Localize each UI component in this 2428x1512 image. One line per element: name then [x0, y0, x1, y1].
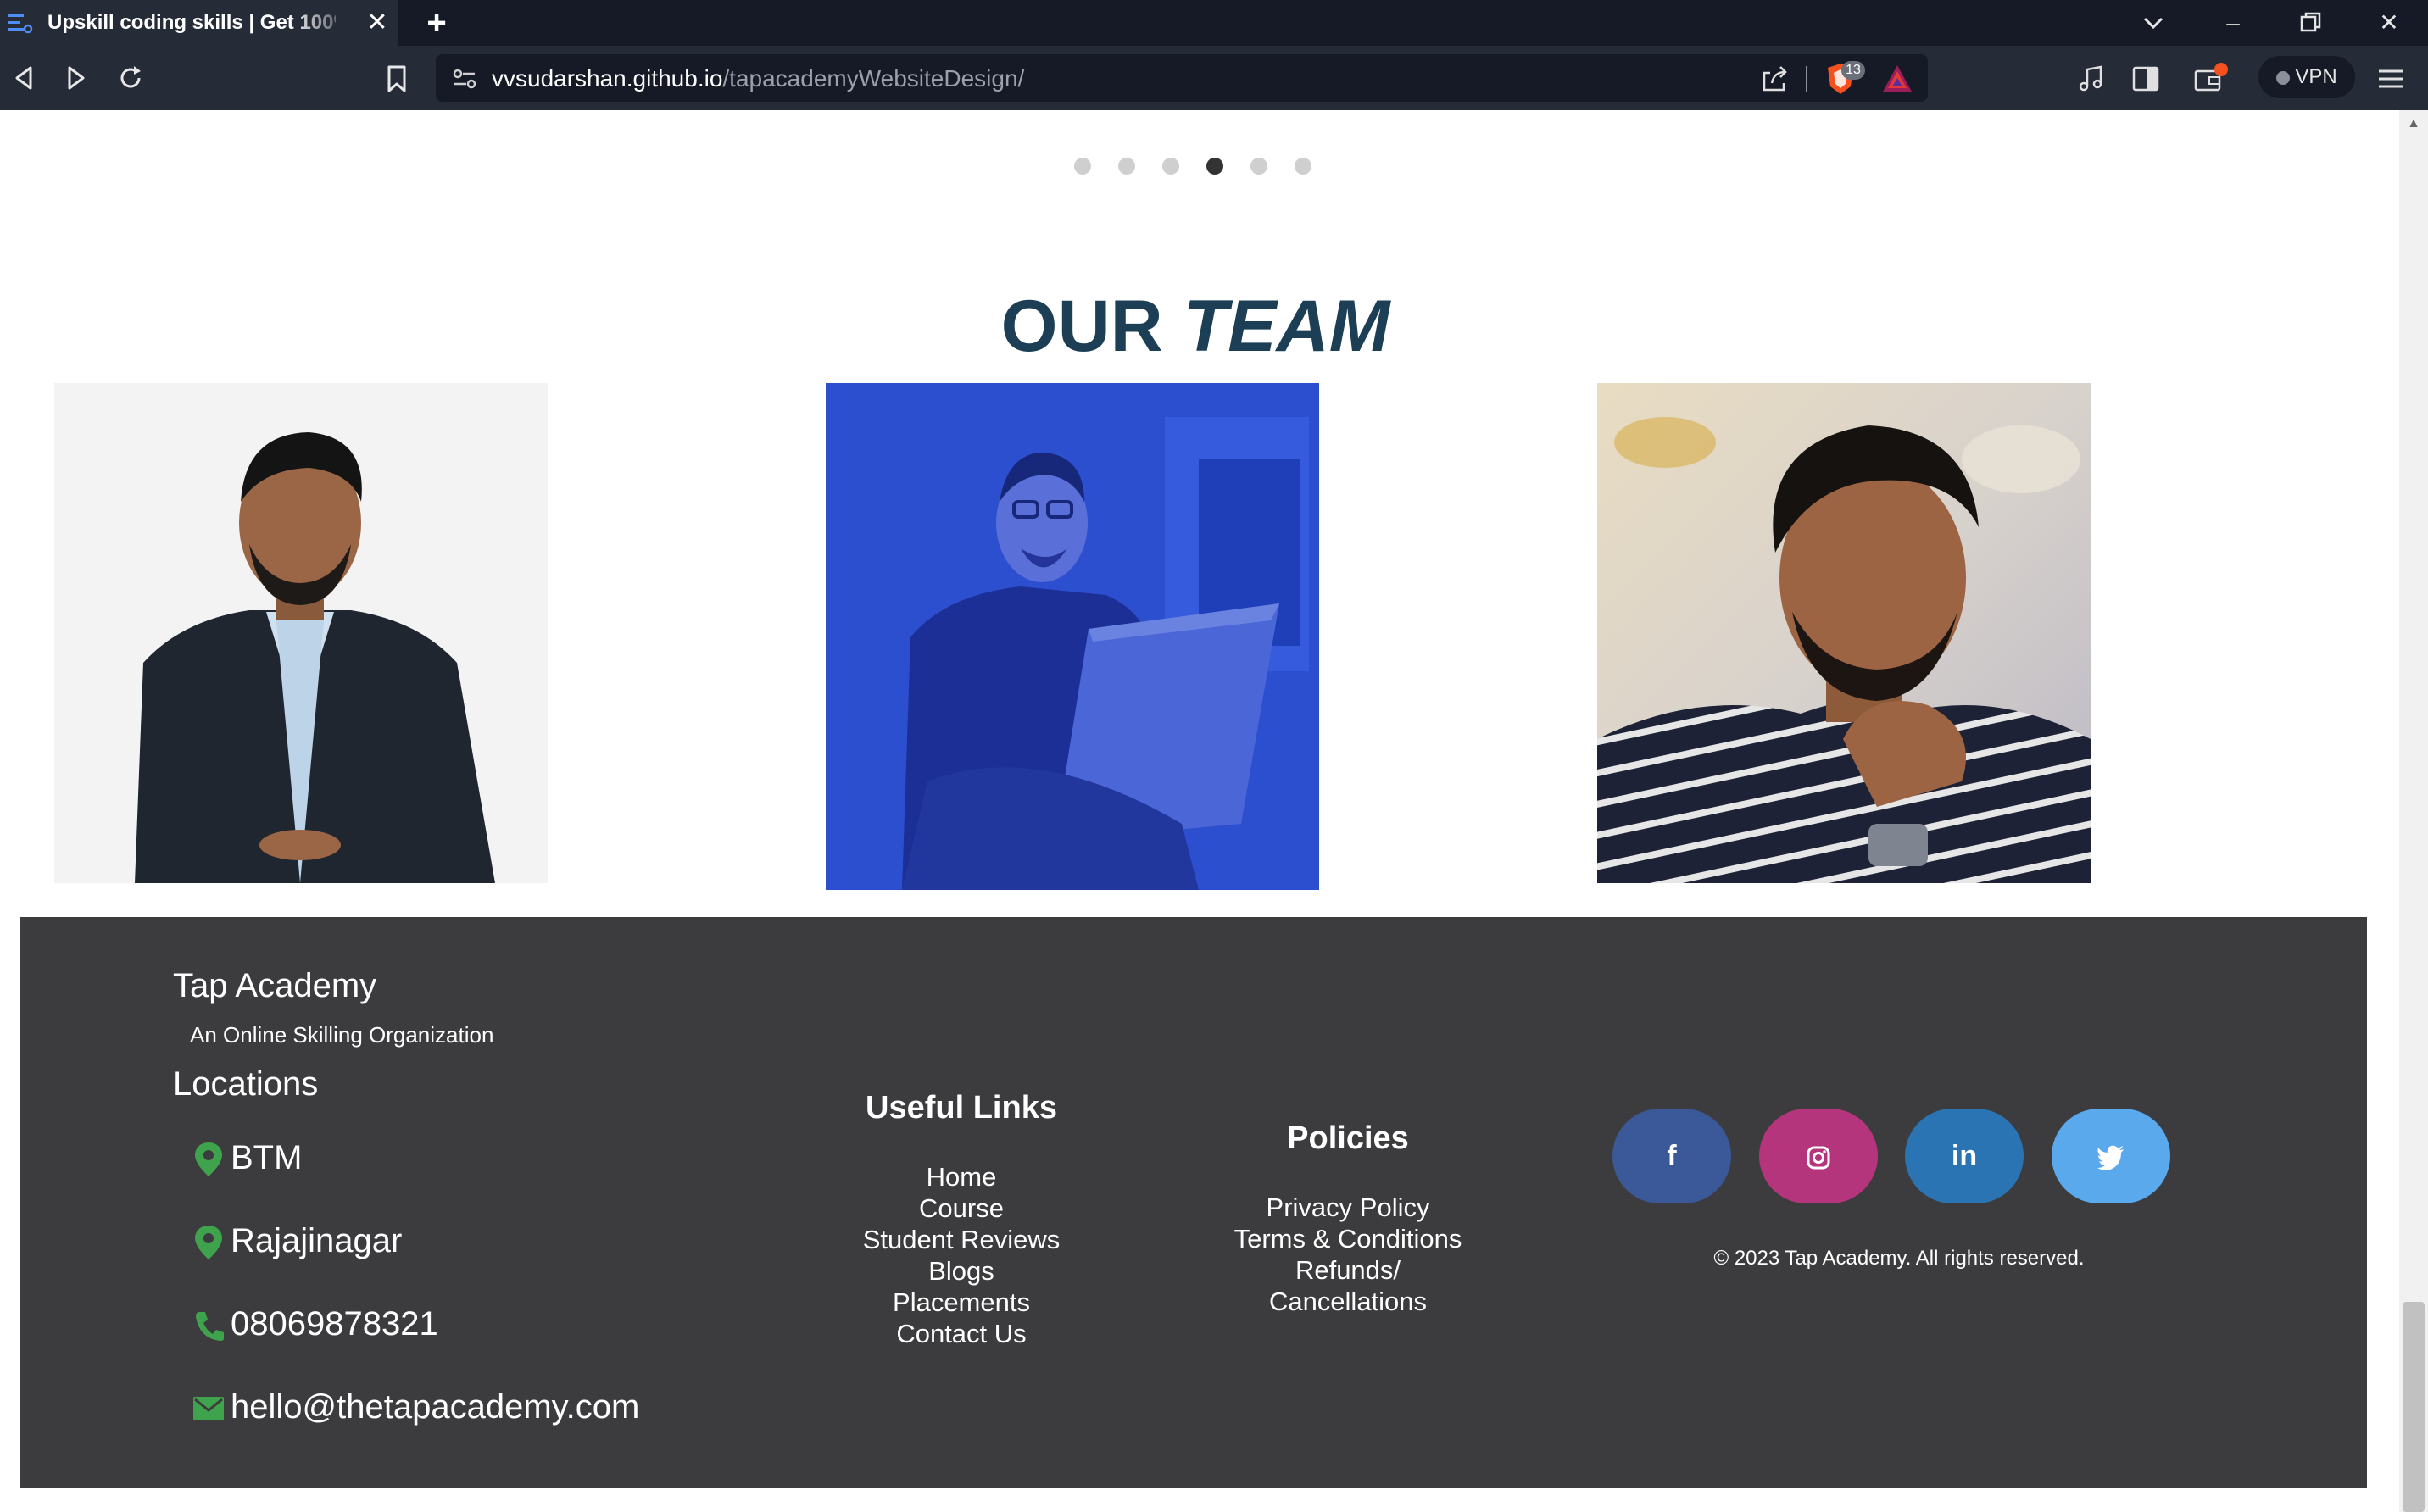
policies-list: Privacy Policy Terms & Conditions Refund… [1178, 1192, 1518, 1317]
tab-list-chevron-down-icon[interactable] [2136, 8, 2170, 37]
back-icon[interactable] [7, 61, 41, 95]
carousel-dot-active[interactable] [1206, 158, 1223, 175]
footer-tagline: An Online Skilling Organization [190, 1022, 494, 1048]
carousel-dot[interactable] [1295, 158, 1311, 175]
person-striped-shirt-image [1597, 383, 2091, 883]
footer-link-contact-us[interactable]: Contact Us [792, 1318, 1131, 1349]
useful-links-list: Home Course Student Reviews Blogs Placem… [792, 1161, 1131, 1349]
shield-count-badge: 13 [1841, 61, 1865, 80]
url-text[interactable]: vvsudarshan.github.io/tapacademyWebsiteD… [492, 64, 1024, 94]
tab-title-fade [288, 0, 356, 46]
team-title-team: TEAM [1183, 286, 1390, 367]
carousel-dot[interactable] [1162, 158, 1179, 175]
team-title-our: OUR [1000, 286, 1163, 367]
menu-icon[interactable] [2374, 63, 2408, 95]
phone-number[interactable]: 08069878321 [231, 1298, 438, 1349]
footer-link-home[interactable]: Home [792, 1161, 1131, 1192]
carousel-dot[interactable] [1074, 158, 1091, 175]
carousel-dot[interactable] [1118, 158, 1135, 175]
close-window-button[interactable]: ✕ [2364, 3, 2414, 42]
team-member-photo-3 [1597, 383, 2091, 883]
footer-link-course[interactable]: Course [792, 1192, 1131, 1224]
footer-link-placements[interactable]: Placements [792, 1287, 1131, 1318]
forward-icon[interactable] [59, 61, 93, 95]
person-with-laptop-image [826, 383, 1319, 890]
linkedin-icon: in [1951, 1140, 1978, 1172]
instagram-icon [1807, 1146, 1830, 1170]
tab-close-icon[interactable]: ✕ [363, 8, 392, 37]
team-member-photo-2 [826, 383, 1319, 890]
facebook-icon: f [1667, 1140, 1677, 1172]
team-section-title: OUR TEAM [0, 280, 2391, 373]
footer-brand: Tap Academy [173, 967, 377, 1004]
contact-email[interactable]: hello@thetapacademy.com [192, 1381, 666, 1432]
copyright-text: © 2023 Tap Academy. All rights reserved. [1713, 1247, 2085, 1270]
restore-button[interactable] [2297, 10, 2325, 36]
brave-rewards-icon[interactable] [1880, 63, 1914, 95]
media-icon[interactable] [2075, 63, 2108, 95]
policies-heading: Policies [1287, 1120, 1409, 1156]
carousel-dot[interactable] [1250, 158, 1267, 175]
wallet-icon[interactable] [2192, 61, 2230, 97]
bookmark-icon[interactable] [381, 63, 412, 95]
vpn-button[interactable]: VPN [2258, 56, 2355, 98]
mail-icon [193, 1397, 224, 1420]
vpn-status-icon [2276, 71, 2291, 85]
useful-links-heading: Useful Links [866, 1090, 1057, 1126]
team-member-photo-1 [54, 383, 548, 883]
person-in-suit-image [54, 383, 548, 883]
url-host: vvsudarshan.github.io [492, 65, 723, 92]
location-rajajinagar: Rajajinagar [192, 1215, 531, 1266]
url-path: /tapacademyWebsiteDesign/ [722, 65, 1025, 92]
scrollbar-thumb[interactable] [2403, 1302, 2425, 1512]
location-btm: BTM [192, 1132, 531, 1183]
policy-link-terms[interactable]: Terms & Conditions [1178, 1223, 1518, 1254]
location-text: BTM [231, 1139, 303, 1176]
phone-icon [196, 1312, 224, 1341]
new-tab-button[interactable]: + [417, 6, 456, 40]
toolbar-divider [1806, 66, 1807, 92]
site-settings-icon[interactable] [451, 66, 478, 92]
policy-link-refunds[interactable]: Refunds/ [1178, 1254, 1518, 1286]
twitter-button[interactable] [2052, 1109, 2170, 1203]
contact-phone[interactable]: 08069878321 [192, 1298, 531, 1349]
location-text: Rajajinagar [231, 1222, 403, 1259]
share-icon[interactable] [1758, 63, 1790, 95]
footer-link-student-reviews[interactable]: Student Reviews [792, 1224, 1131, 1255]
policy-link-cancellations[interactable]: Cancellations [1178, 1286, 1518, 1317]
locations-heading: Locations [173, 1065, 319, 1103]
sidebar-icon[interactable] [2130, 63, 2162, 95]
instagram-button[interactable] [1759, 1109, 1878, 1203]
facebook-button[interactable]: f [1612, 1109, 1731, 1203]
reload-icon[interactable] [114, 61, 148, 95]
policy-link-privacy[interactable]: Privacy Policy [1178, 1192, 1518, 1223]
scroll-up-arrow-icon[interactable]: ▲ [2404, 115, 2423, 132]
tab-favicon-icon [8, 14, 33, 34]
map-pin-icon [195, 1226, 222, 1259]
linkedin-button[interactable]: in [1905, 1109, 2024, 1203]
vpn-label: VPN [2295, 65, 2337, 88]
twitter-icon [2097, 1145, 2124, 1170]
minimize-button[interactable]: – [2208, 3, 2258, 42]
map-pin-icon [195, 1142, 222, 1176]
footer-link-blogs[interactable]: Blogs [792, 1255, 1131, 1287]
email-address[interactable]: hello@thetapacademy.com [231, 1381, 639, 1432]
